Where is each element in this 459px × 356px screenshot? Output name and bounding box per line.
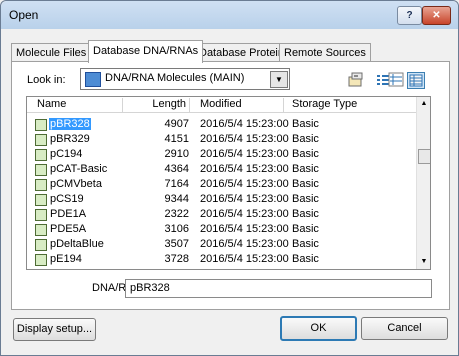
column-length[interactable]: Length [123,98,190,112]
look-in-dropdown[interactable]: DNA/RNA Molecules (MAIN) ▼ [80,68,290,90]
dna-file-icon [35,119,47,131]
column-modified[interactable]: Modified [190,98,284,112]
scroll-thumb[interactable] [418,149,430,164]
help-button[interactable]: ? [397,6,422,25]
dna-file-icon [35,224,47,236]
list-item[interactable]: PDE1A 2322 2016/5/4 15:23:00 Basic [27,207,416,221]
list-item[interactable]: PDE5A 3106 2016/5/4 15:23:00 Basic [27,222,416,236]
close-button[interactable]: ✕ [422,6,451,25]
list-item[interactable]: pBR329 4151 2016/5/4 15:23:00 Basic [27,132,416,146]
grid-view-icon[interactable] [407,72,425,89]
look-in-value: DNA/RNA Molecules (MAIN) [105,72,245,84]
cancel-button[interactable]: Cancel [361,317,448,340]
list-item[interactable]: pBR328 4907 2016/5/4 15:23:00 Basic [27,117,416,131]
dna-file-icon [35,194,47,206]
list-item[interactable]: pC194 2910 2016/5/4 15:23:00 Basic [27,147,416,161]
scroll-up-icon[interactable]: ▲ [418,97,430,111]
window-title: Open [9,8,39,22]
dna-rna-value: pBR328 [130,282,170,294]
list-item[interactable]: pCMVbeta 7164 2016/5/4 15:23:00 Basic [27,177,416,191]
list-item[interactable]: pCS19 9344 2016/5/4 15:23:00 Basic [27,192,416,206]
dropdown-arrow-icon[interactable]: ▼ [270,71,288,88]
molecule-list[interactable]: Name Length Modified Storage Type pBR328… [26,96,431,270]
dna-rna-field[interactable]: pBR328 [125,279,432,298]
dna-file-icon [35,134,47,146]
scroll-down-icon[interactable]: ▼ [418,255,430,269]
list-item[interactable]: pCAT-Basic 4364 2016/5/4 15:23:00 Basic [27,162,416,176]
tab-molecule-files[interactable]: Molecule Files [11,43,92,62]
database-folder-icon[interactable] [348,72,364,87]
dna-file-icon [35,179,47,191]
vertical-scrollbar[interactable]: ▲ ▼ [416,97,430,269]
display-setup-button[interactable]: Display setup... [13,318,96,341]
open-dialog: Open ? ✕ Molecule Files Database DNA/RNA… [0,0,459,356]
dna-file-icon [35,239,47,251]
tab-remote-sources[interactable]: Remote Sources [279,43,371,62]
database-icon [85,72,101,87]
column-name[interactable]: Name [27,98,123,112]
dna-file-icon [35,149,47,161]
list-item[interactable]: pDeltaBlue 3507 2016/5/4 15:23:00 Basic [27,237,416,251]
ok-button[interactable]: OK [280,316,357,341]
dna-file-icon [35,164,47,176]
column-storage-type[interactable]: Storage Type [284,98,416,112]
look-in-label: Look in: [27,74,66,86]
title-bar: Open ? ✕ [1,1,458,29]
dna-file-icon [35,209,47,221]
list-item[interactable]: pE194 3728 2016/5/4 15:23:00 Basic [27,252,416,266]
details-view-icon[interactable] [388,72,404,87]
list-header: Name Length Modified Storage Type [27,97,430,113]
dna-file-icon [35,254,47,266]
tab-database-dna-rnas[interactable]: Database DNA/RNAs [88,40,204,63]
